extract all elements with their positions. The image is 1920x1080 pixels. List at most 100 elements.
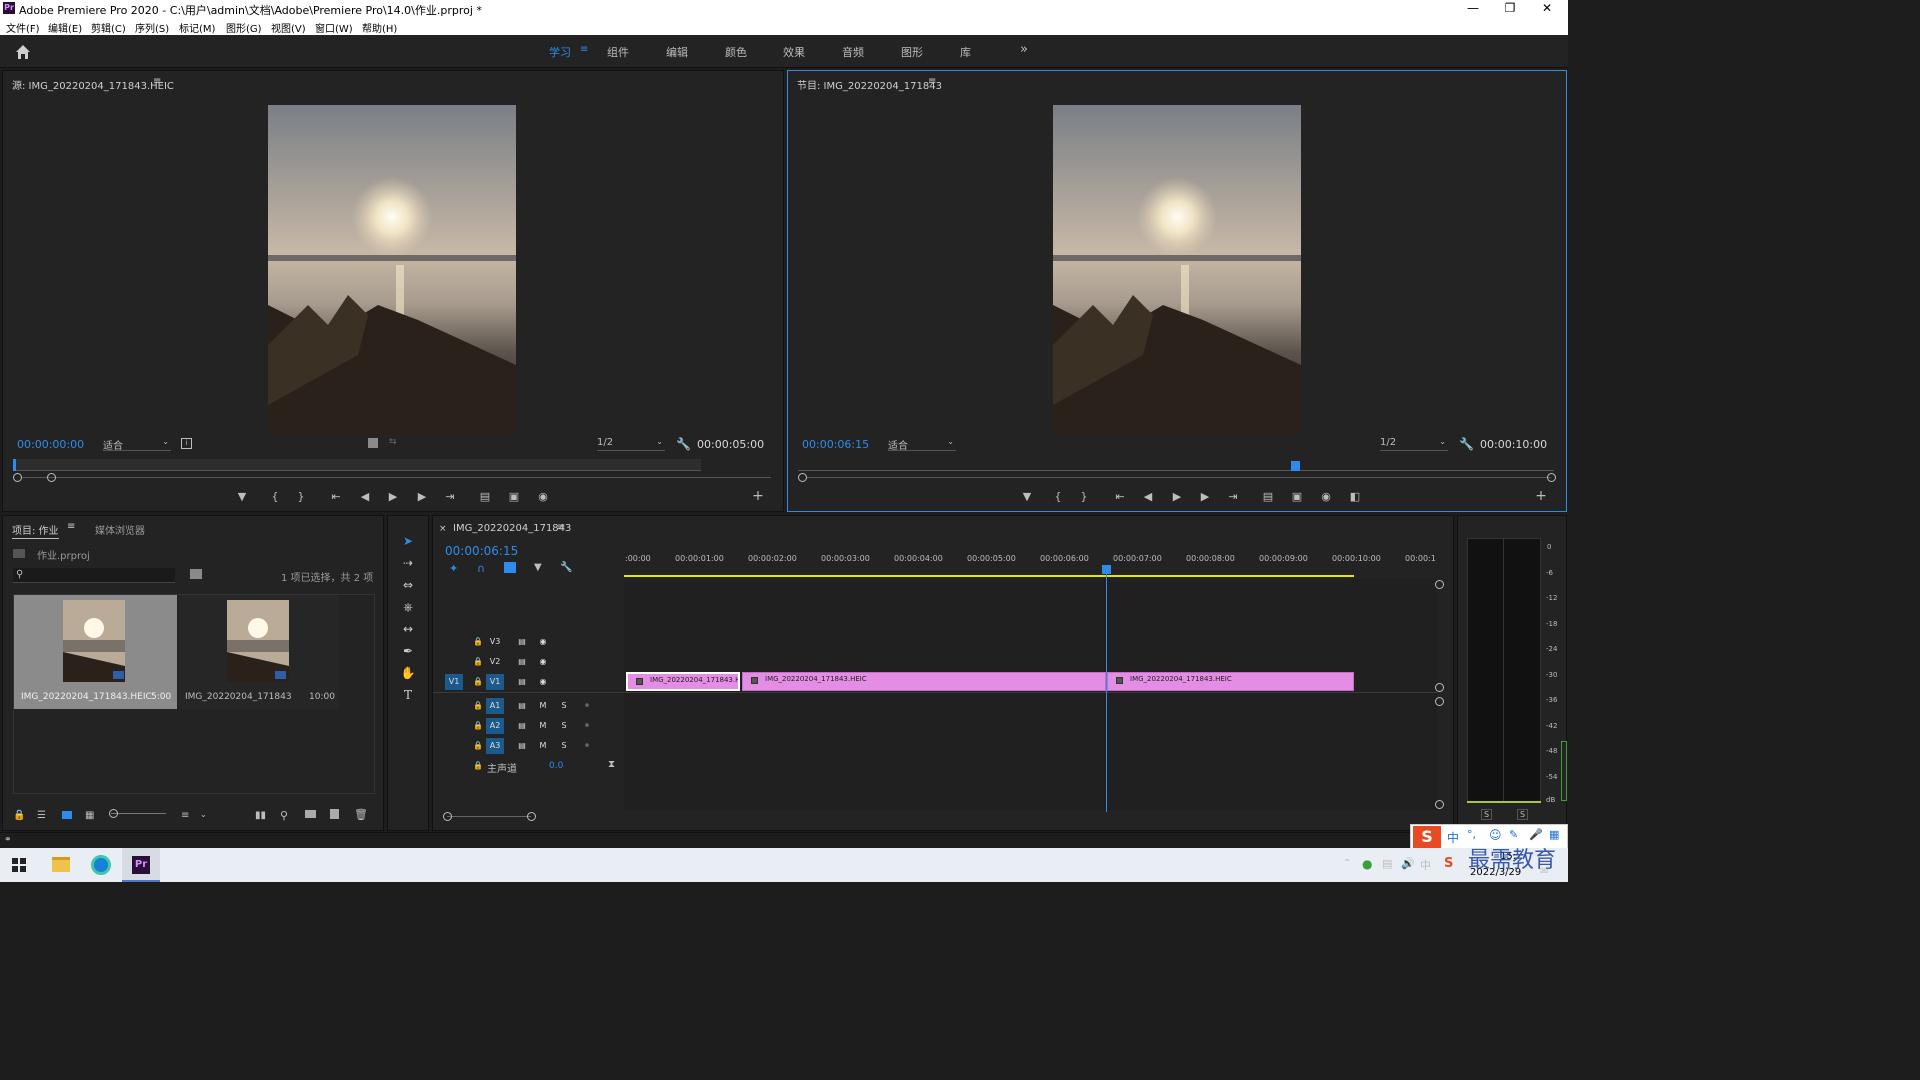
- add-marker-icon[interactable]: ▼: [233, 490, 251, 503]
- program-fit-dropdown[interactable]: 适合 ⌄: [888, 437, 956, 452]
- safe-margins-icon[interactable]: i: [181, 438, 192, 449]
- workspace-effects[interactable]: 效果: [783, 44, 805, 60]
- solo-button[interactable]: S: [555, 738, 573, 754]
- lift-icon[interactable]: ▤: [1259, 490, 1277, 503]
- sogou-tray-icon[interactable]: S: [1444, 856, 1453, 871]
- lock-icon[interactable]: 🔒: [13, 810, 25, 821]
- go-to-in-icon[interactable]: ⇤: [327, 490, 345, 503]
- type-tool-icon[interactable]: T: [400, 688, 416, 704]
- zoom-handle-right[interactable]: [527, 812, 536, 821]
- program-timecode[interactable]: 00:00:06:15: [802, 438, 869, 451]
- timeline-tab[interactable]: IMG_20220204_171843: [453, 523, 571, 534]
- panel-menu-icon[interactable]: ≡: [67, 521, 75, 532]
- mark-in-icon[interactable]: {: [266, 490, 284, 503]
- new-bin-icon[interactable]: [305, 810, 316, 818]
- lock-icon[interactable]: 🔒: [473, 677, 483, 686]
- project-tab[interactable]: 项目: 作业: [12, 522, 59, 539]
- icon-view-icon[interactable]: [62, 811, 72, 819]
- mute-button[interactable]: M: [534, 698, 552, 714]
- mark-out-icon[interactable]: }: [292, 490, 310, 503]
- timeline-clip[interactable]: IMG_20220204_171843.HEIC: [1107, 672, 1354, 691]
- close-button[interactable]: ✕: [1532, 1, 1562, 15]
- zoom-handle-left[interactable]: [13, 473, 22, 482]
- timeline-zoom-bar[interactable]: [447, 816, 531, 817]
- more-workspaces-icon[interactable]: »: [1020, 42, 1028, 57]
- list-view-icon[interactable]: ☰: [37, 810, 46, 821]
- workspace-libraries[interactable]: 库: [960, 44, 971, 60]
- lock-icon[interactable]: 🔒: [473, 761, 483, 770]
- sync-lock-icon[interactable]: ▤: [513, 674, 531, 690]
- source-timecode[interactable]: 00:00:00:00: [17, 438, 84, 451]
- source-time-ruler[interactable]: [13, 459, 701, 471]
- solo-left-button[interactable]: S: [1481, 809, 1493, 820]
- pen-tool-icon[interactable]: ✒: [400, 644, 416, 660]
- menu-edit[interactable]: 编辑(E): [48, 20, 82, 35]
- menu-window[interactable]: 窗口(W): [315, 20, 353, 35]
- source-zoom-bar[interactable]: [21, 477, 771, 478]
- close-tab-icon[interactable]: ×: [439, 524, 447, 534]
- volume-icon[interactable]: 🔊: [1401, 857, 1415, 870]
- microphone-icon[interactable]: 🎤: [1529, 828, 1543, 841]
- eye-icon[interactable]: ◉: [534, 674, 552, 690]
- workspace-menu-icon[interactable]: ≡: [580, 44, 588, 55]
- play-icon[interactable]: ▶: [1168, 490, 1186, 503]
- track-target-button[interactable]: V3: [486, 634, 504, 650]
- lock-icon[interactable]: 🔒: [473, 637, 483, 646]
- go-to-start-end-icon[interactable]: ⧗: [608, 759, 615, 770]
- timeline-ruler[interactable]: :00:00 00:00:01:00 00:00:02:00 00:00:03:…: [624, 544, 1438, 577]
- source-patch-v1[interactable]: V1: [445, 674, 463, 690]
- work-area-bar[interactable]: [624, 575, 1354, 577]
- lock-icon[interactable]: 🔒: [473, 657, 483, 666]
- ime-tray-icon[interactable]: 中: [1420, 857, 1431, 873]
- zoom-handle-left[interactable]: [798, 473, 807, 482]
- network-icon[interactable]: ▤: [1382, 857, 1392, 870]
- source-playhead[interactable]: [13, 459, 16, 471]
- microphone-icon[interactable]: ⚫: [578, 698, 596, 714]
- microphone-icon[interactable]: ⚫: [578, 718, 596, 734]
- mark-out-icon[interactable]: }: [1075, 490, 1093, 503]
- workspace-graphics[interactable]: 图形: [901, 44, 923, 60]
- razor-tool-icon[interactable]: ⎈: [400, 600, 416, 616]
- tray-app-icon[interactable]: ●: [1362, 857, 1372, 871]
- track-target-button[interactable]: V2: [486, 654, 504, 670]
- add-marker-icon[interactable]: ▼: [534, 562, 542, 573]
- emoji-icon[interactable]: ☺: [1489, 828, 1502, 842]
- trash-icon[interactable]: 🗑: [354, 808, 368, 821]
- home-icon[interactable]: [14, 43, 32, 61]
- panel-menu-icon[interactable]: ≡: [928, 76, 936, 87]
- source-fit-dropdown[interactable]: 适合 ⌄: [103, 437, 171, 452]
- go-to-in-icon[interactable]: ⇤: [1111, 490, 1129, 503]
- project-search-input[interactable]: ⚲: [13, 568, 175, 583]
- chevron-up-icon[interactable]: ⌃: [1343, 858, 1351, 869]
- new-bin-from-search-icon[interactable]: [190, 569, 202, 579]
- menu-clip[interactable]: 剪辑(C): [91, 20, 126, 35]
- workspace-learn[interactable]: 学习: [549, 44, 571, 60]
- timeline-playhead-handle[interactable]: [1102, 565, 1111, 574]
- menu-sequence[interactable]: 序列(S): [135, 20, 169, 35]
- menu-help[interactable]: 帮助(H): [362, 20, 397, 35]
- drag-video-icon[interactable]: [368, 438, 378, 448]
- program-time-ruler[interactable]: [798, 459, 1554, 471]
- find-icon[interactable]: ⚲: [280, 809, 288, 822]
- mute-button[interactable]: M: [534, 718, 552, 734]
- export-frame-icon[interactable]: ◉: [534, 490, 552, 503]
- master-volume-value[interactable]: 0.0: [549, 761, 563, 771]
- step-forward-icon[interactable]: ▶: [1196, 490, 1214, 503]
- sync-lock-icon[interactable]: ▤: [513, 738, 531, 754]
- mute-button[interactable]: M: [534, 738, 552, 754]
- timeline-clip[interactable]: IMG_20220204_171843.HEIC: [742, 672, 1106, 691]
- export-frame-icon[interactable]: ◉: [1317, 490, 1335, 503]
- scroll-handle[interactable]: [1435, 580, 1444, 589]
- wrench-icon[interactable]: 🔧: [676, 437, 691, 451]
- solo-button[interactable]: S: [555, 718, 573, 734]
- zoom-handle-right[interactable]: [1547, 473, 1556, 482]
- ripple-edit-tool-icon[interactable]: ⇔: [400, 578, 416, 594]
- scroll-handle[interactable]: [1435, 697, 1444, 706]
- workspace-assembly[interactable]: 组件: [607, 44, 629, 60]
- zoom-slider-handle[interactable]: [109, 809, 118, 818]
- selection-tool-icon[interactable]: ➤: [400, 534, 416, 550]
- sync-lock-icon[interactable]: ▤: [513, 634, 531, 650]
- automate-to-sequence-icon[interactable]: ▮▮: [255, 810, 266, 821]
- extract-icon[interactable]: ▣: [1288, 490, 1306, 503]
- ime-mode[interactable]: 中: [1447, 829, 1459, 846]
